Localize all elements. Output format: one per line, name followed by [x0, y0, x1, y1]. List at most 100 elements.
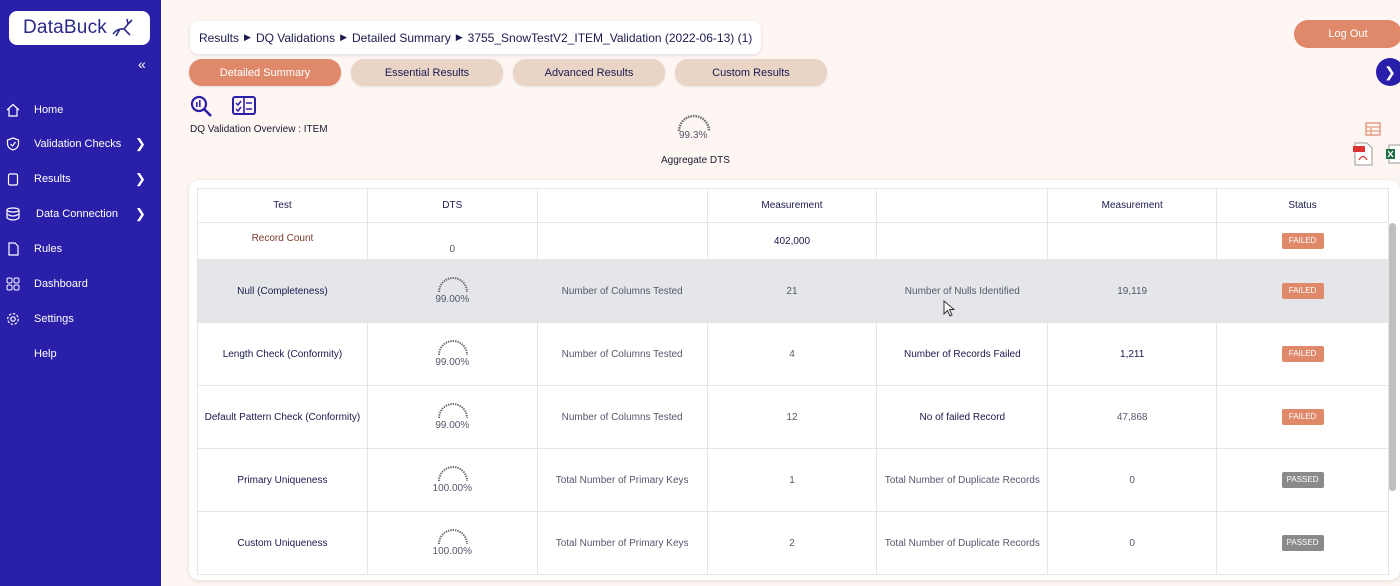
tab-essential-results[interactable]: Essential Results — [351, 59, 503, 86]
measurement-label: No of failed Record — [876, 385, 1049, 449]
test-name[interactable]: Default Pattern Check (Conformity) — [197, 385, 368, 449]
aggregate-label: Aggregate DTS — [661, 155, 730, 166]
column-header: Status — [1216, 188, 1389, 223]
gear-icon — [5, 311, 21, 327]
breadcrumb-item[interactable]: Results — [199, 31, 239, 45]
clipboard-icon — [5, 171, 21, 187]
breadcrumb-item: 3755_SnowTestV2_ITEM_Validation (2022-06… — [467, 30, 753, 45]
sidebar-item-label: Validation Checks — [34, 138, 122, 150]
sidebar-item-results[interactable]: Results ❯ — [0, 165, 161, 193]
measurement-value: 1 — [706, 448, 878, 512]
collapse-sidebar-icon[interactable]: « — [138, 56, 146, 72]
logo-text: DataBuck — [23, 17, 107, 38]
dts-cell: 99.00% — [366, 322, 538, 386]
sidebar-item-help[interactable]: Help — [0, 340, 161, 368]
mouse-cursor-icon — [943, 300, 955, 317]
dts-gauge: 99.00% — [434, 274, 470, 306]
column-header — [876, 188, 1049, 223]
dts-gauge: 100.00% — [433, 463, 472, 495]
dts-value: 0 — [366, 222, 538, 260]
test-name[interactable]: Length Check (Conformity) — [197, 322, 368, 386]
chevron-right-icon[interactable]: ❯ — [1376, 58, 1400, 86]
table-row: Null (Completeness) 99.00% Number of Col… — [197, 259, 1389, 323]
column-header: Test — [197, 188, 368, 223]
measurement-label: Number of Columns Tested — [536, 385, 708, 449]
dts-value: 99.00% — [435, 293, 470, 305]
table-header-row: Test DTS Measurement Measurement Status — [197, 188, 1389, 223]
sidebar-item-settings[interactable]: Settings — [0, 305, 161, 333]
tab-detailed-summary[interactable]: Detailed Summary — [189, 59, 341, 86]
status-badge: FAILED — [1281, 283, 1324, 299]
chevron-right-icon: ❯ — [135, 136, 146, 151]
measurement-value: 0 — [1047, 448, 1218, 512]
checklist-icon[interactable] — [232, 94, 256, 118]
sidebar-item-label: Home — [34, 104, 64, 116]
test-name[interactable]: Null (Completeness) — [197, 259, 368, 323]
test-name[interactable]: Primary Uniqueness — [197, 448, 368, 512]
sidebar-item-home[interactable]: Home — [0, 96, 161, 124]
measurement-value: 47,868 — [1047, 385, 1218, 449]
sidebar-item-rules[interactable]: Rules — [0, 235, 161, 263]
breadcrumb-item[interactable]: DQ Validations — [256, 31, 335, 45]
overview-title: DQ Validation Overview : ITEM — [190, 124, 328, 135]
breadcrumb: Results ▶ DQ Validations ▶ Detailed Summ… — [190, 21, 762, 54]
databuck-logo[interactable]: DataBuck — [9, 11, 150, 45]
database-icon — [5, 206, 21, 222]
status-cell: FAILED — [1216, 259, 1389, 323]
table-row: Custom Uniqueness 100.00% Total Number o… — [197, 511, 1389, 575]
sidebar-item-data-connection[interactable]: Data Connection ❯ — [0, 200, 161, 228]
measurement-value: 1,211 — [1047, 322, 1218, 386]
breadcrumb-separator-icon: ▶ — [340, 32, 348, 42]
sidebar-item-label: Results — [34, 173, 71, 185]
chevron-right-icon: ❯ — [135, 171, 146, 186]
dts-value: 100.00% — [432, 482, 473, 494]
sidebar-item-validation-checks[interactable]: Validation Checks ❯ — [0, 130, 161, 158]
measurement-label: Number of Columns Tested — [536, 322, 708, 386]
sidebar-item-label: Help — [34, 348, 57, 360]
table-scrollbar[interactable] — [1389, 223, 1396, 491]
deer-logo-icon — [112, 18, 133, 37]
sidebar: DataBuck « Home Validation Checks ❯ Resu… — [0, 0, 161, 586]
measurement-value: 0 — [1047, 511, 1218, 575]
aggregate-value: 99.3% — [679, 130, 708, 141]
tab-advanced-results[interactable]: Advanced Results — [513, 59, 665, 86]
dts-cell: 99.00% — [366, 385, 538, 449]
measurement-value: 12 — [706, 385, 878, 449]
search-analysis-icon[interactable] — [189, 94, 213, 118]
chevron-right-icon: ❯ — [135, 206, 146, 221]
measurement-value: 2 — [706, 511, 878, 575]
sidebar-item-label: Data Connection — [36, 208, 118, 220]
test-name[interactable]: Record Count — [197, 222, 368, 260]
table-row: Length Check (Conformity) 99.00% Number … — [197, 322, 1389, 386]
sidebar-item-label: Rules — [34, 243, 63, 255]
measurement-value: 21 — [706, 259, 878, 323]
column-header — [536, 188, 708, 223]
dts-gauge: 99.00% — [434, 337, 470, 369]
dts-gauge: 100.00% — [433, 526, 472, 558]
home-icon — [5, 102, 21, 118]
breadcrumb-item[interactable]: Detailed Summary — [352, 31, 451, 45]
status-cell: PASSED — [1216, 448, 1389, 512]
excel-export-icon[interactable] — [1386, 142, 1400, 166]
breadcrumb-separator-icon: ▶ — [455, 32, 463, 42]
tab-custom-results[interactable]: Custom Results — [675, 59, 827, 86]
sidebar-item-label: Settings — [34, 313, 74, 325]
column-header: Measurement — [706, 188, 878, 223]
grid-icon — [5, 276, 21, 292]
pdf-export-icon[interactable] — [1352, 142, 1374, 166]
measurement-label: Total Number of Duplicate Records — [876, 511, 1049, 575]
measurement-value: 19,119 — [1047, 259, 1218, 323]
dts-value: 99.00% — [435, 356, 470, 368]
measurement-label — [536, 222, 708, 260]
status-badge: FAILED — [1281, 346, 1324, 362]
column-header: Measurement — [1047, 188, 1218, 223]
test-name[interactable]: Custom Uniqueness — [197, 511, 368, 575]
dts-value: 99.00% — [435, 419, 470, 431]
measurement-value: 402,000 — [706, 222, 878, 260]
table-view-icon[interactable] — [1365, 122, 1381, 136]
status-badge: PASSED — [1281, 472, 1324, 488]
measurement-value: 4 — [706, 322, 878, 386]
sidebar-item-dashboard[interactable]: Dashboard — [0, 270, 161, 298]
dts-gauge: 99.00% — [434, 400, 470, 432]
logout-button[interactable]: Log Out — [1294, 20, 1400, 48]
